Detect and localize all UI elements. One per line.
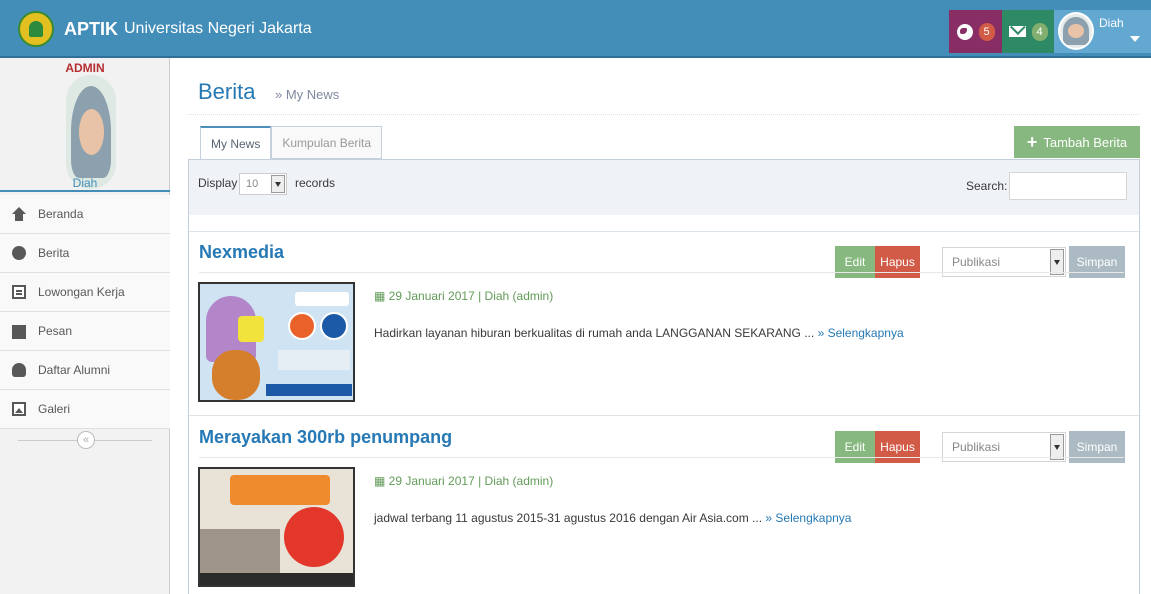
sidebar-item-daftar-alumni[interactable]: Daftar Alumni bbox=[0, 351, 170, 390]
news-title[interactable]: Nexmedia bbox=[199, 242, 284, 263]
user-name: Diah bbox=[1099, 16, 1124, 30]
calendar-icon: ▦ bbox=[374, 289, 389, 303]
news-panel: Display 10 records Search: Nexmedia Edit… bbox=[188, 159, 1140, 594]
profile-photo bbox=[66, 75, 116, 189]
chevron-down-icon bbox=[271, 175, 285, 193]
sidebar-item-galeri[interactable]: Galeri bbox=[0, 390, 170, 429]
search-input[interactable] bbox=[1009, 172, 1127, 200]
save-button[interactable]: Simpan bbox=[1069, 246, 1125, 278]
table-toolbar: Display 10 records Search: bbox=[189, 160, 1139, 215]
page-title: Berita bbox=[198, 79, 256, 104]
university-logo-icon bbox=[18, 11, 54, 47]
user-role-label: ADMIN bbox=[65, 61, 105, 75]
tab-my-news[interactable]: My News bbox=[200, 126, 272, 160]
edit-button[interactable]: Edit bbox=[835, 431, 875, 463]
top-navbar: APTIK Universitas Negeri Jakarta 5 4 Dia… bbox=[0, 0, 1151, 58]
add-news-button[interactable]: + Tambah Berita bbox=[1014, 126, 1140, 158]
edit-button[interactable]: Edit bbox=[835, 246, 875, 278]
sidebar-item-berita[interactable]: Berita bbox=[0, 234, 170, 273]
display-label: Display bbox=[198, 176, 238, 190]
caret-down-icon bbox=[1130, 36, 1140, 42]
status-value: Publikasi bbox=[952, 440, 1001, 454]
sidebar-item-lowongan-kerja[interactable]: Lowongan Kerja bbox=[0, 273, 170, 312]
news-item: Nexmedia Edit Hapus Publikasi Simpan ▦ 2… bbox=[189, 232, 1139, 416]
messages-button[interactable]: 4 bbox=[1002, 10, 1054, 53]
user-menu-button[interactable]: Diah bbox=[1054, 10, 1151, 53]
envelope-icon bbox=[12, 325, 26, 339]
brand[interactable]: APTIK Universitas Negeri Jakarta bbox=[18, 9, 312, 49]
save-button[interactable]: Simpan bbox=[1069, 431, 1125, 463]
globe-icon bbox=[956, 23, 973, 40]
delete-button[interactable]: Hapus bbox=[875, 431, 920, 463]
plus-icon: + bbox=[1026, 131, 1038, 152]
news-meta: ▦ 29 Januari 2017 | Diah (admin) bbox=[374, 474, 554, 488]
sidebar-item-label: Galeri bbox=[38, 402, 71, 416]
read-more-link[interactable]: » Selengkapnya bbox=[818, 326, 904, 340]
search-label: Search: bbox=[966, 179, 1008, 193]
status-value: Publikasi bbox=[952, 255, 1001, 269]
news-thumbnail[interactable] bbox=[198, 282, 355, 402]
notifications-badge: 5 bbox=[978, 22, 995, 41]
divider bbox=[187, 114, 1140, 115]
divider bbox=[199, 272, 1124, 273]
news-meta: ▦ 29 Januari 2017 | Diah (admin) bbox=[374, 289, 554, 303]
sidebar-item-label: Pesan bbox=[38, 324, 73, 338]
sidebar: ADMIN Diah Beranda Berita Lowongan Kerja… bbox=[0, 58, 170, 594]
profile-name: Diah bbox=[0, 176, 170, 192]
users-icon bbox=[12, 363, 26, 377]
sidebar-item-label: Lowongan Kerja bbox=[38, 285, 125, 299]
notifications-button[interactable]: 5 bbox=[949, 10, 1002, 53]
sidebar-item-pesan[interactable]: Pesan bbox=[0, 312, 170, 351]
avatar bbox=[1058, 12, 1094, 50]
page-length-value: 10 bbox=[246, 178, 259, 190]
news-description: Hadirkan layanan hiburan berkualitas di … bbox=[374, 326, 904, 340]
records-label: records bbox=[295, 176, 336, 190]
tab-kumpulan-berita[interactable]: Kumpulan Berita bbox=[271, 126, 383, 159]
home-icon bbox=[12, 207, 26, 221]
page-header: Berita » My News bbox=[171, 58, 1151, 118]
picture-icon bbox=[12, 402, 26, 416]
envelope-icon bbox=[1008, 26, 1026, 37]
sidebar-item-label: Daftar Alumni bbox=[38, 363, 111, 377]
add-news-label: Tambah Berita bbox=[1043, 134, 1128, 150]
news-title[interactable]: Merayakan 300rb penumpang bbox=[199, 427, 452, 448]
news-tabs: My News Kumpulan Berita bbox=[200, 126, 383, 160]
breadcrumb: » My News bbox=[275, 87, 340, 102]
divider bbox=[199, 457, 1124, 458]
sidebar-collapse-button[interactable]: « bbox=[77, 431, 95, 449]
news-thumbnail[interactable] bbox=[198, 467, 355, 587]
news-description: jadwal terbang 11 agustus 2015-31 agustu… bbox=[374, 511, 852, 525]
sidebar-menu: Beranda Berita Lowongan Kerja Pesan Daft… bbox=[0, 195, 170, 429]
brand-subtitle: Universitas Negeri Jakarta bbox=[124, 20, 312, 37]
delete-button[interactable]: Hapus bbox=[875, 246, 920, 278]
read-more-link[interactable]: » Selengkapnya bbox=[765, 511, 851, 525]
brand-name: APTIK bbox=[64, 18, 118, 39]
news-item: Merayakan 300rb penumpang Edit Hapus Pub… bbox=[189, 417, 1139, 594]
calendar-icon: ▦ bbox=[374, 474, 389, 488]
list-icon bbox=[12, 285, 26, 299]
sidebar-item-beranda[interactable]: Beranda bbox=[0, 195, 170, 234]
messages-badge: 4 bbox=[1031, 22, 1048, 41]
sidebar-item-label: Beranda bbox=[38, 207, 84, 221]
sidebar-item-label: Berita bbox=[38, 246, 70, 260]
page-length-select[interactable]: 10 bbox=[239, 173, 287, 195]
globe-icon bbox=[12, 246, 26, 260]
